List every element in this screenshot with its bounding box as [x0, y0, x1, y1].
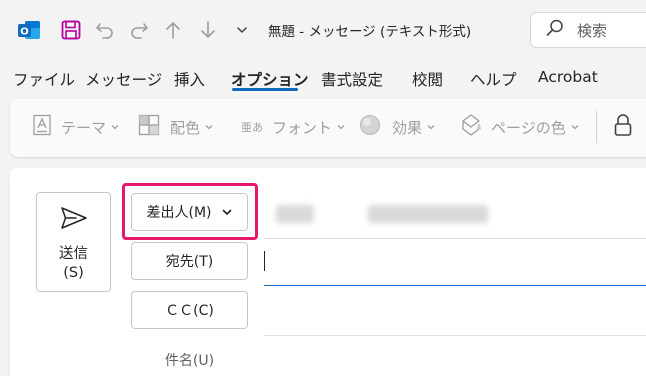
tab-message[interactable]: メッセージ [85, 68, 162, 90]
tab-insert[interactable]: 挿入 [174, 68, 205, 90]
page-color-label: ページの色 [491, 118, 566, 137]
fonts-button[interactable]: 亜あ フォント [241, 113, 346, 141]
cc-button[interactable]: ＣＣ(C) [131, 291, 248, 329]
cc-input-underline[interactable] [264, 335, 646, 336]
chevron-down-icon [336, 118, 346, 136]
effects-label: 効果 [392, 118, 423, 137]
to-input-underline[interactable] [264, 285, 646, 286]
tab-help[interactable]: ヘルプ [470, 68, 517, 90]
menu-tabs: ファイル メッセージ 挿入 オプション 書式設定 校閲 ヘルプ Acrobat [0, 62, 646, 98]
chevron-down-icon [204, 118, 214, 136]
themes-icon [32, 114, 52, 140]
send-icon [60, 206, 88, 234]
text-cursor [264, 251, 265, 271]
redo-icon[interactable] [124, 14, 154, 46]
ribbon-separator [596, 111, 597, 143]
search-label: 検索 [577, 21, 608, 40]
customize-quick-access-icon[interactable] [232, 14, 252, 46]
page-color-icon [459, 113, 483, 141]
search-icon [545, 18, 565, 42]
arrow-down-icon[interactable] [193, 14, 223, 46]
chevron-down-icon [221, 206, 233, 218]
svg-text:O: O [20, 27, 29, 38]
active-tab-indicator [232, 88, 298, 91]
from-button[interactable]: 差出人(M) [131, 193, 248, 231]
send-button[interactable]: 送信 (S) [36, 192, 111, 292]
from-divider [264, 238, 646, 239]
chevron-down-icon [110, 118, 120, 136]
colors-label: 配色 [170, 118, 201, 137]
title-bar: O 無題 - メッセージ (テキスト形式) 検索 [0, 0, 646, 62]
outlook-logo-icon: O [14, 14, 44, 46]
fonts-icon: 亜あ [241, 121, 263, 134]
fonts-label: フォント [272, 118, 333, 137]
tab-format-text[interactable]: 書式設定 [321, 68, 383, 90]
ribbon: テーマ 配色 亜あ フォント 効果 ページの色 [10, 99, 646, 157]
tab-review[interactable]: 校閲 [412, 68, 443, 90]
send-label: 送信 (S) [37, 245, 110, 283]
chevron-down-icon [570, 118, 580, 136]
from-address-redacted [368, 205, 488, 223]
save-icon[interactable] [56, 14, 86, 46]
arrow-up-icon[interactable] [158, 14, 188, 46]
send-label-text: 送信 [59, 246, 88, 262]
lock-icon [613, 113, 633, 141]
tab-options[interactable]: オプション [231, 68, 309, 90]
effects-icon [359, 114, 381, 140]
tab-file[interactable]: ファイル [13, 68, 75, 90]
page-color-button[interactable]: ページの色 [459, 113, 580, 141]
undo-icon[interactable] [90, 14, 120, 46]
search-box[interactable]: 検索 [530, 12, 646, 48]
from-label: 差出人(M) [146, 205, 212, 221]
send-shortcut-text: (S) [63, 265, 84, 281]
effects-button[interactable]: 効果 [359, 113, 436, 141]
colors-button[interactable]: 配色 [138, 113, 214, 141]
themes-button[interactable]: テーマ [32, 113, 120, 141]
to-label: 宛先(T) [165, 254, 214, 270]
lock-button[interactable] [613, 113, 633, 141]
subject-label: 件名(U) [164, 353, 215, 369]
colors-icon [138, 114, 160, 140]
themes-label: テーマ [61, 118, 107, 137]
chevron-down-icon [426, 118, 436, 136]
tab-acrobat[interactable]: Acrobat [538, 68, 598, 86]
cc-label: ＣＣ(C) [165, 303, 214, 319]
from-name-redacted [276, 205, 314, 223]
window-title: 無題 - メッセージ (テキスト形式) [268, 24, 472, 40]
to-button[interactable]: 宛先(T) [131, 242, 248, 280]
